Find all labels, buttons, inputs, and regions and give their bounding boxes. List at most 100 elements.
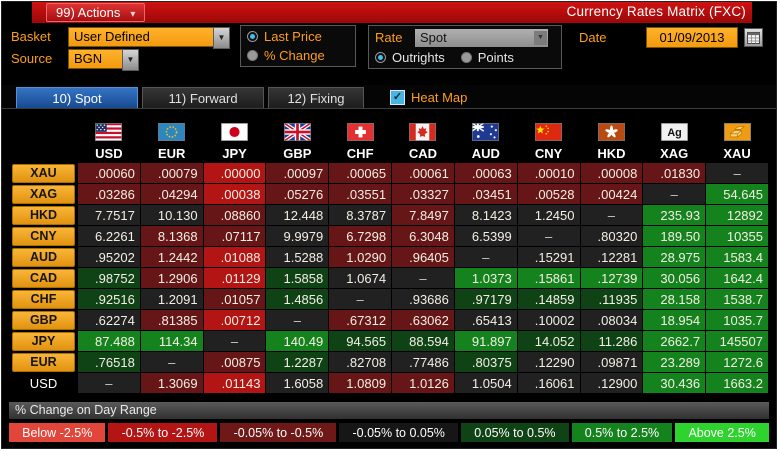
rate-cell-gbp-hkd[interactable]: .08034 <box>580 310 643 330</box>
rate-cell-cny-xag[interactable]: 189.50 <box>643 226 706 246</box>
rate-cell-aud-xau[interactable]: 1583.4 <box>706 247 768 267</box>
rate-cell-cny-aud[interactable]: 6.5399 <box>454 226 517 246</box>
column-header-xau[interactable]: XAU <box>706 145 768 162</box>
rate-cell-jpy-hkd[interactable]: 11.286 <box>580 331 643 351</box>
points-radio[interactable]: Points <box>460 50 514 65</box>
rate-cell-chf-xag[interactable]: 28.158 <box>643 289 706 309</box>
rate-cell-chf-usd[interactable]: .92516 <box>78 289 140 309</box>
tab-12-fixing[interactable]: 12) Fixing <box>268 87 364 108</box>
actions-menu-button[interactable]: 99) Actions ▾ <box>46 3 146 22</box>
rate-cell-xau-aud[interactable]: .00063 <box>454 163 517 183</box>
rate-cell-jpy-gbp[interactable]: 140.49 <box>266 331 329 351</box>
rate-cell-xag-eur[interactable]: .04294 <box>140 184 203 204</box>
rate-cell-cad-xau[interactable]: 1642.4 <box>706 268 768 288</box>
rate-cell-xau-jpy[interactable]: .00000 <box>203 163 266 183</box>
rate-cell-chf-cny[interactable]: .14859 <box>517 289 580 309</box>
column-header-xag[interactable]: XAG <box>643 145 706 162</box>
rate-cell-eur-jpy[interactable]: .00875 <box>203 352 266 372</box>
rate-cell-aud-usd[interactable]: .95202 <box>78 247 140 267</box>
rate-cell-xag-chf[interactable]: .03551 <box>329 184 392 204</box>
row-label-eur[interactable]: EUR <box>12 352 75 372</box>
rate-cell-cad-cny[interactable]: .15861 <box>517 268 580 288</box>
rate-cell-cad-usd[interactable]: .98752 <box>78 268 140 288</box>
rate-cell-xau-cad[interactable]: .00061 <box>392 163 454 183</box>
rate-cell-hkd-cad[interactable]: 7.8497 <box>392 205 454 225</box>
rate-cell-aud-gbp[interactable]: 1.5288 <box>266 247 329 267</box>
rate-cell-jpy-xag[interactable]: 2662.7 <box>643 331 706 351</box>
row-label-cny[interactable]: CNY <box>12 226 75 246</box>
rate-cell-gbp-eur[interactable]: .81385 <box>140 310 203 330</box>
column-header-usd[interactable]: USD <box>78 145 140 162</box>
row-label-chf[interactable]: CHF <box>12 289 75 309</box>
rate-cell-hkd-usd[interactable]: 7.7517 <box>78 205 140 225</box>
row-label-jpy[interactable]: JPY <box>12 331 75 351</box>
rate-cell-eur-chf[interactable]: .82708 <box>329 352 392 372</box>
rate-cell-jpy-xau[interactable]: 145507 <box>706 331 768 351</box>
rate-cell-cad-eur[interactable]: 1.2906 <box>140 268 203 288</box>
rate-cell-cny-hkd[interactable]: .80320 <box>580 226 643 246</box>
rate-cell-hkd-xag[interactable]: 235.93 <box>643 205 706 225</box>
rate-cell-chf-hkd[interactable]: .11935 <box>580 289 643 309</box>
rate-cell-xag-gbp[interactable]: .05276 <box>266 184 329 204</box>
rate-select[interactable]: Spot ▼ <box>415 29 548 47</box>
rate-cell-cad-aud[interactable]: 1.0373 <box>454 268 517 288</box>
column-header-hkd[interactable]: HKD <box>580 145 643 162</box>
rate-cell-hkd-hkd[interactable]: – <box>580 205 643 225</box>
rate-cell-usd-xag[interactable]: 30.436 <box>643 373 706 393</box>
rate-cell-xag-xag[interactable]: – <box>643 184 706 204</box>
rate-cell-hkd-gbp[interactable]: 12.448 <box>266 205 329 225</box>
rate-cell-gbp-xag[interactable]: 18.954 <box>643 310 706 330</box>
rate-cell-hkd-chf[interactable]: 8.3787 <box>329 205 392 225</box>
rate-cell-gbp-aud[interactable]: .65413 <box>454 310 517 330</box>
column-header-aud[interactable]: AUD <box>454 145 517 162</box>
rate-cell-xau-hkd[interactable]: .00008 <box>580 163 643 183</box>
rate-cell-xau-cny[interactable]: .00010 <box>517 163 580 183</box>
rate-cell-cny-eur[interactable]: 8.1368 <box>140 226 203 246</box>
rate-cell-cny-chf[interactable]: 6.7298 <box>329 226 392 246</box>
rate-cell-jpy-aud[interactable]: 91.897 <box>454 331 517 351</box>
basket-dropdown-arrow-icon[interactable]: ▼ <box>213 27 230 49</box>
column-header-gbp[interactable]: GBP <box>266 145 329 162</box>
row-label-gbp[interactable]: GBP <box>12 310 75 330</box>
rate-cell-aud-xag[interactable]: 28.975 <box>643 247 706 267</box>
rate-cell-xau-usd[interactable]: .00060 <box>78 163 140 183</box>
rate-cell-jpy-eur[interactable]: 114.34 <box>140 331 203 351</box>
rate-cell-eur-cad[interactable]: .77486 <box>392 352 454 372</box>
rate-cell-gbp-usd[interactable]: .62274 <box>78 310 140 330</box>
rate-cell-usd-eur[interactable]: 1.3069 <box>140 373 203 393</box>
rate-cell-jpy-cad[interactable]: 88.594 <box>392 331 454 351</box>
rate-cell-eur-xau[interactable]: 1272.6 <box>706 352 768 372</box>
rate-cell-cny-jpy[interactable]: .07117 <box>203 226 266 246</box>
rate-cell-chf-gbp[interactable]: 1.4856 <box>266 289 329 309</box>
rate-cell-gbp-xau[interactable]: 1035.7 <box>706 310 768 330</box>
rate-cell-eur-gbp[interactable]: 1.2287 <box>266 352 329 372</box>
last-price-radio[interactable]: Last Price <box>247 29 349 44</box>
rate-cell-cad-cad[interactable]: – <box>392 268 454 288</box>
rate-cell-cny-cny[interactable]: – <box>517 226 580 246</box>
rate-cell-aud-hkd[interactable]: .12281 <box>580 247 643 267</box>
rate-cell-usd-jpy[interactable]: .01143 <box>203 373 266 393</box>
rate-cell-eur-cny[interactable]: .12290 <box>517 352 580 372</box>
rate-cell-aud-cad[interactable]: .96405 <box>392 247 454 267</box>
rate-cell-cny-xau[interactable]: 10355 <box>706 226 768 246</box>
rate-cell-cad-jpy[interactable]: .01129 <box>203 268 266 288</box>
rate-cell-usd-xau[interactable]: 1663.2 <box>706 373 768 393</box>
rate-cell-jpy-jpy[interactable]: – <box>203 331 266 351</box>
rate-cell-cny-gbp[interactable]: 9.9979 <box>266 226 329 246</box>
rate-cell-usd-chf[interactable]: 1.0809 <box>329 373 392 393</box>
rate-cell-xag-hkd[interactable]: .00424 <box>580 184 643 204</box>
rate-cell-usd-cny[interactable]: .16061 <box>517 373 580 393</box>
rate-cell-aud-jpy[interactable]: .01088 <box>203 247 266 267</box>
rate-cell-cad-xag[interactable]: 30.056 <box>643 268 706 288</box>
tab-11-forward[interactable]: 11) Forward <box>142 87 264 108</box>
calendar-icon[interactable] <box>744 28 763 47</box>
column-header-eur[interactable]: EUR <box>140 145 203 162</box>
row-label-cad[interactable]: CAD <box>12 268 75 288</box>
rate-cell-gbp-gbp[interactable]: – <box>266 310 329 330</box>
rate-cell-xau-gbp[interactable]: .00097 <box>266 163 329 183</box>
rate-cell-xag-usd[interactable]: .03286 <box>78 184 140 204</box>
rate-cell-xau-chf[interactable]: .00065 <box>329 163 392 183</box>
rate-cell-gbp-chf[interactable]: .67312 <box>329 310 392 330</box>
rate-cell-usd-hkd[interactable]: .12900 <box>580 373 643 393</box>
rate-cell-xau-xau[interactable]: – <box>706 163 768 183</box>
